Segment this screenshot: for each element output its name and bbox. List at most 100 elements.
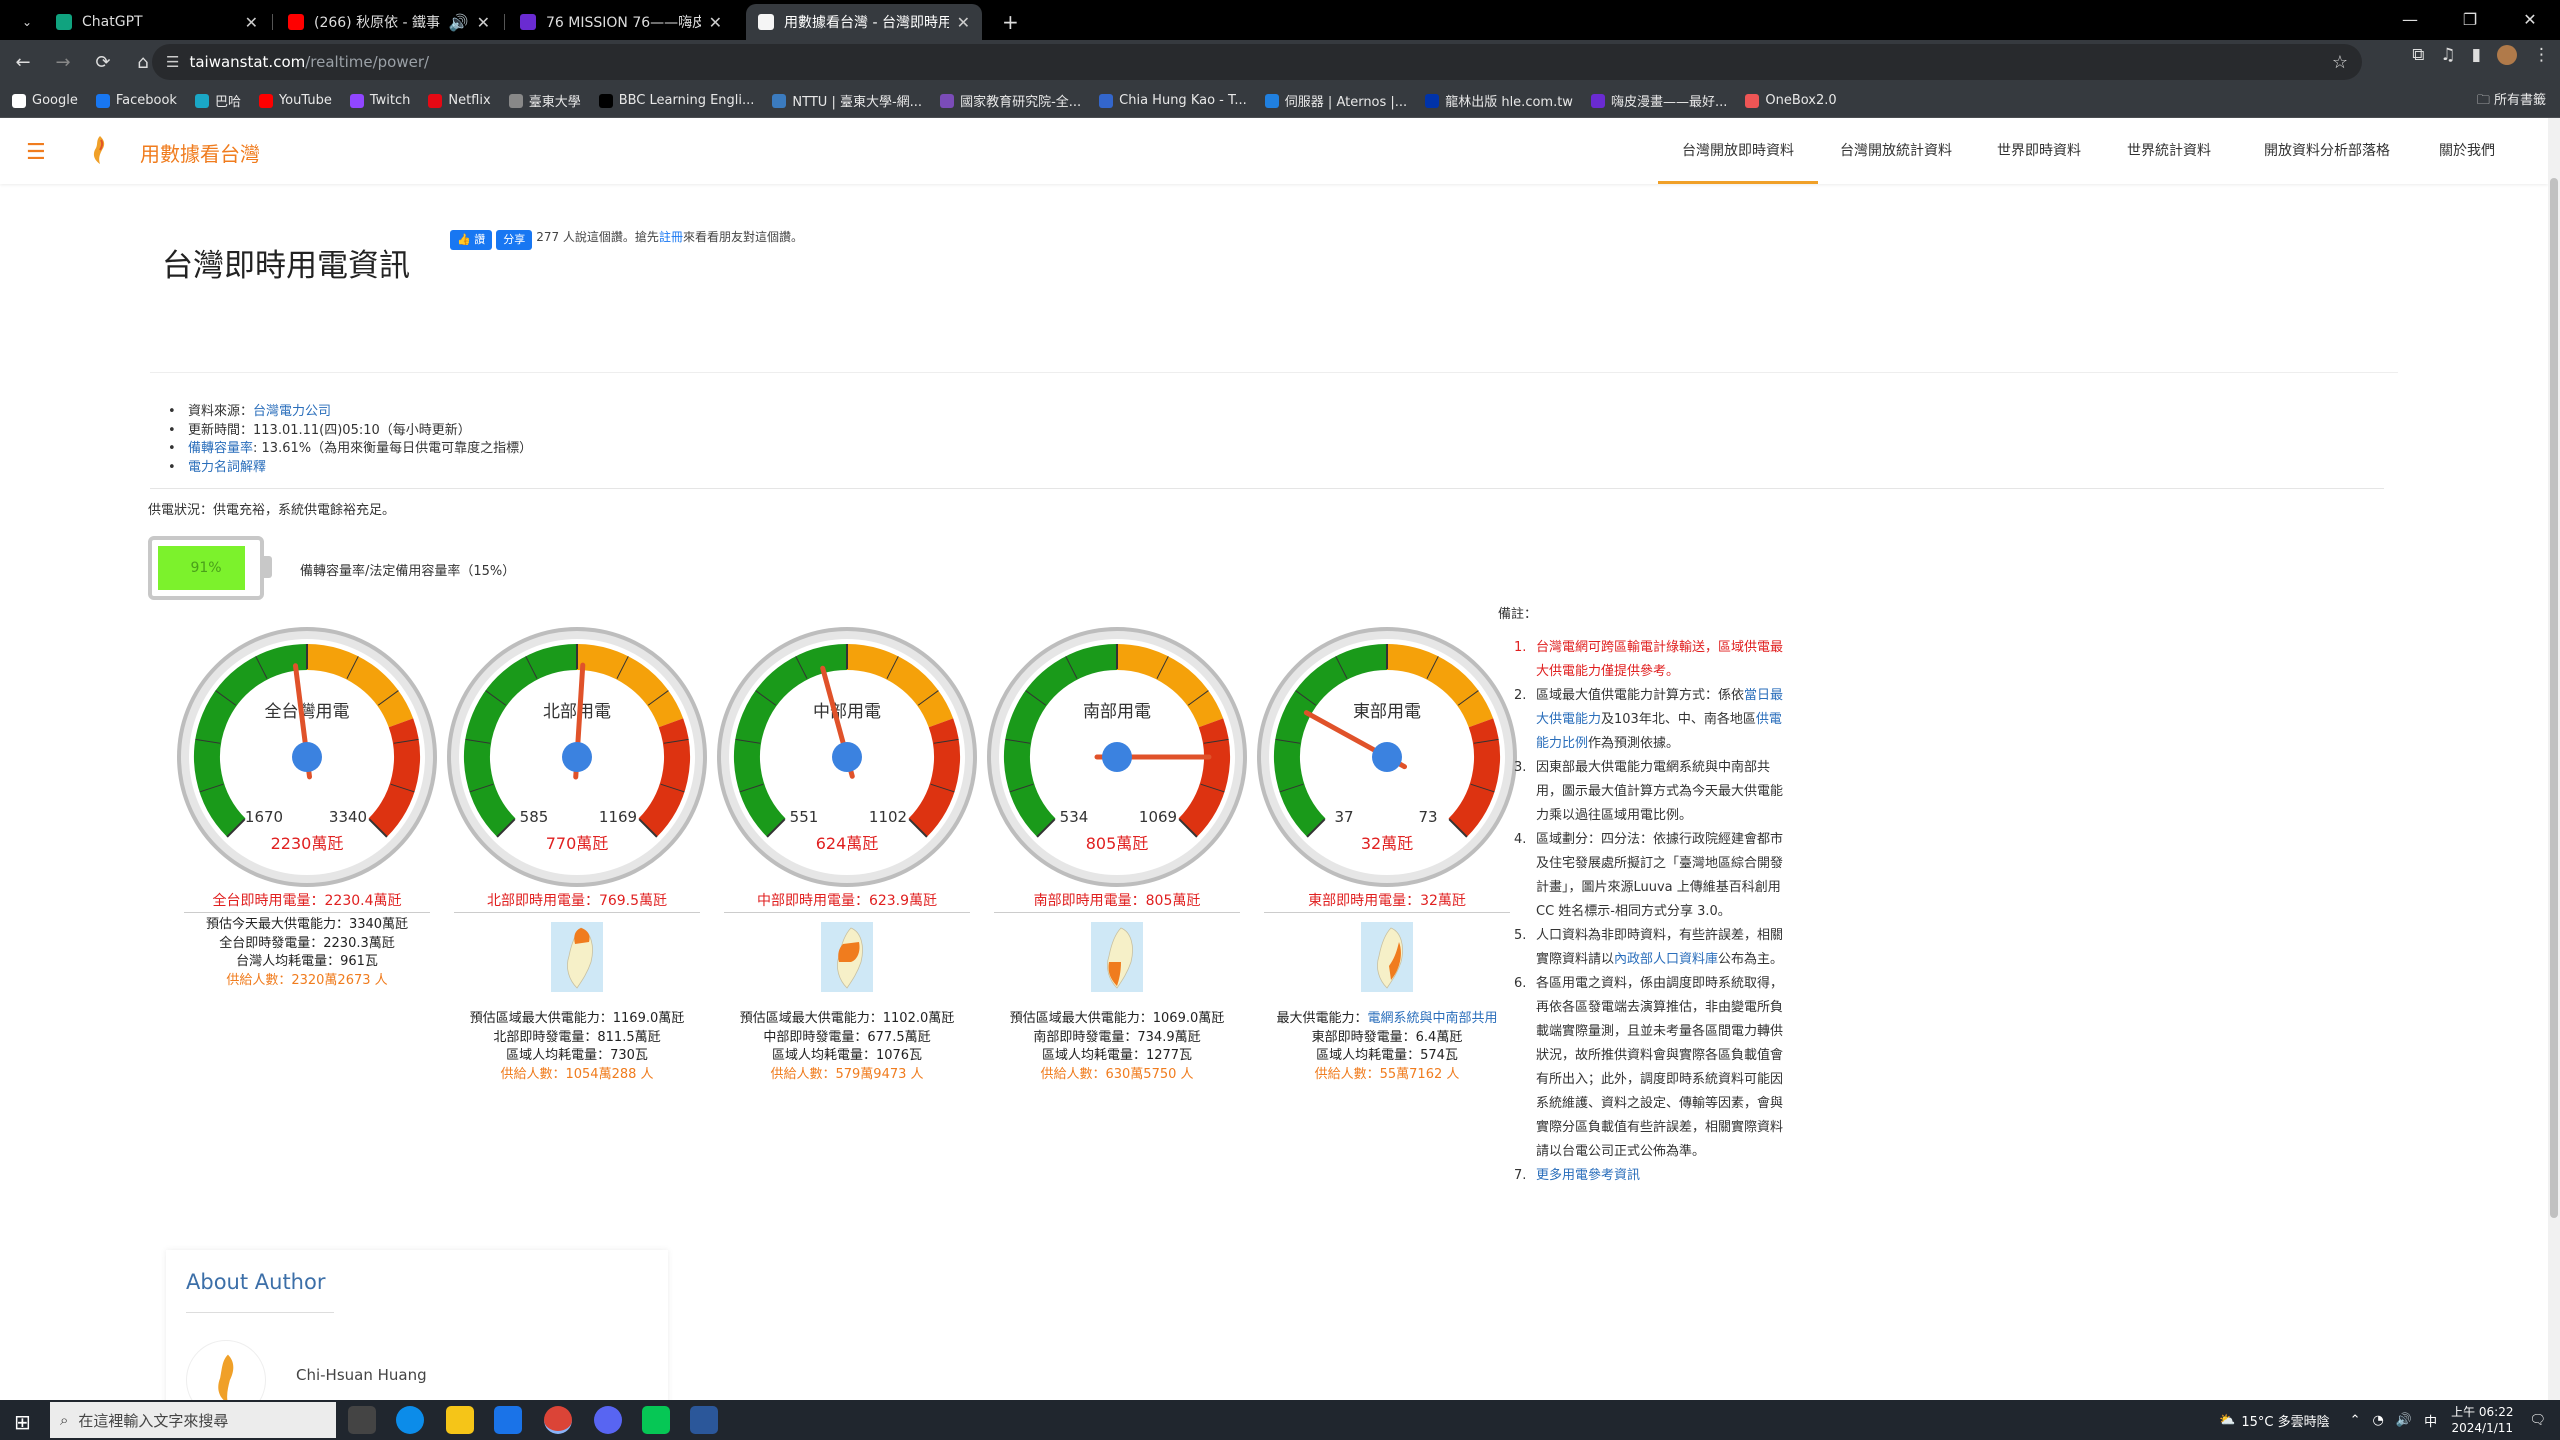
- avatar[interactable]: [2497, 45, 2517, 65]
- speaker-icon[interactable]: 🔊: [449, 13, 469, 32]
- notification-icon[interactable]: 🗨: [2529, 1413, 2546, 1428]
- site-info-icon[interactable]: ☰: [166, 53, 179, 71]
- weather-icon[interactable]: ⛅: [2219, 1413, 2235, 1428]
- close-window-icon[interactable]: ✕: [2500, 0, 2560, 40]
- bookmark-item[interactable]: Netflix: [428, 93, 491, 108]
- nav-world-stat[interactable]: 世界統計資料: [2114, 118, 2224, 184]
- site-title[interactable]: 用數據看台灣: [140, 138, 260, 167]
- side-panel-icon[interactable]: ▮: [2472, 45, 2481, 65]
- forward-icon[interactable]: →: [46, 45, 80, 79]
- note-link[interactable]: 內政部人口資料庫: [1614, 952, 1718, 967]
- tab-chatgpt[interactable]: ChatGPT ✕: [44, 4, 270, 40]
- restore-icon[interactable]: ❐: [2440, 0, 2500, 40]
- media-icon[interactable]: ♫: [2440, 45, 2455, 65]
- chrome-icon[interactable]: [544, 1406, 572, 1434]
- tab-youtube[interactable]: (266) 秋原依 - 鐵事【動態】 🔊 ✕: [276, 4, 502, 40]
- scrollbar-thumb[interactable]: [2550, 178, 2558, 1218]
- back-icon[interactable]: ←: [6, 45, 40, 79]
- clock[interactable]: 上午 06:22 2024/1/11: [2451, 1404, 2513, 1436]
- volume-icon[interactable]: 🔊: [2396, 1413, 2412, 1428]
- bookmark-item[interactable]: OneBox2.0: [1745, 93, 1837, 108]
- gauge-value-label: 2230萬瓩: [271, 834, 344, 853]
- tab-mission76[interactable]: 76 MISSION 76——嗨皮漫畫 ✕: [508, 4, 734, 40]
- line-icon[interactable]: [642, 1406, 670, 1434]
- taipower-link[interactable]: 台灣電力公司: [253, 404, 331, 419]
- nav-realtime-data[interactable]: 台灣開放即時資料: [1658, 118, 1818, 184]
- all-bookmarks-button[interactable]: 🗀 所有書籤: [2477, 84, 2546, 118]
- gauge-max-label: 73: [1418, 808, 1437, 826]
- nav-stat-data[interactable]: 台灣開放統計資料: [1826, 118, 1966, 184]
- bookmark-item[interactable]: YouTube: [258, 93, 332, 108]
- tab-search-button[interactable]: ⌄: [10, 4, 40, 40]
- nav-blog[interactable]: 開放資料分析部落格: [2252, 118, 2402, 184]
- bookmark-item[interactable]: 巴哈: [194, 91, 241, 110]
- search-placeholder: 在這裡輸入文字來搜尋: [78, 1411, 229, 1430]
- fb-share-button[interactable]: 分享: [496, 230, 533, 250]
- file-explorer-icon[interactable]: [446, 1406, 474, 1434]
- notes-title: 備註：: [1498, 607, 1538, 622]
- bookmark-favicon-icon: [258, 93, 273, 108]
- new-tab-button[interactable]: +: [990, 4, 1020, 40]
- page-icon: [758, 14, 774, 30]
- chatgpt-icon: [56, 14, 72, 30]
- bookmark-favicon-icon: [1264, 93, 1279, 108]
- gauge-dial: 全台灣用電 1670 3340 2230萬瓩: [177, 627, 437, 887]
- mail-icon[interactable]: [494, 1406, 522, 1434]
- fb-signup-link[interactable]: 註冊: [659, 230, 683, 244]
- folder-icon: 🗀: [2476, 93, 2494, 108]
- task-view-icon[interactable]: [348, 1406, 376, 1434]
- close-icon[interactable]: ✕: [477, 13, 490, 32]
- discord-icon[interactable]: [594, 1406, 622, 1434]
- weather-text[interactable]: 15°C 多雲時陰: [2241, 1411, 2329, 1430]
- taskbar-search[interactable]: ⌕ 在這裡輸入文字來搜尋: [50, 1402, 336, 1438]
- menu-icon[interactable]: ⋮: [2533, 45, 2550, 65]
- ime-indicator[interactable]: 中: [2424, 1411, 2437, 1430]
- grid-shared-link[interactable]: 電網系統與中南部共用: [1368, 1011, 1498, 1026]
- tab-taiwanstat[interactable]: 用數據看台灣 - 台灣即時用電資 ✕: [746, 4, 982, 40]
- bookmark-item[interactable]: BBC Learning Engli...: [598, 93, 754, 108]
- close-icon[interactable]: ✕: [245, 13, 258, 32]
- bookmark-item[interactable]: 龍林出版 hle.com.tw: [1425, 91, 1573, 110]
- gauge-min-label: 534: [1060, 808, 1089, 826]
- bookmark-item[interactable]: 臺東大學: [508, 91, 581, 110]
- glossary-link[interactable]: 電力名詞解釋: [188, 460, 266, 475]
- close-icon[interactable]: ✕: [957, 13, 970, 32]
- info-line: 預估區域最大供電能力：1069.0萬瓩: [1009, 1011, 1225, 1026]
- page-scrollbar[interactable]: [2548, 118, 2560, 1400]
- address-bar[interactable]: ☰ taiwanstat.com /realtime/power/ ☆: [152, 44, 2362, 80]
- bookmark-item[interactable]: Google: [12, 93, 78, 108]
- note-item: 2. 區域最大值供電能力計算方式：係依當日最大供電能力及103年北、中、南各地區供…: [1514, 688, 1784, 751]
- bookmark-item[interactable]: 國家教育研究院-全...: [940, 91, 1081, 110]
- note-link[interactable]: 更多用電參考資訊: [1536, 1168, 1640, 1183]
- extensions-icon[interactable]: ⧉: [2412, 45, 2424, 65]
- word-icon[interactable]: [690, 1406, 718, 1434]
- reload-icon[interactable]: ⟳: [86, 45, 120, 79]
- edge-icon[interactable]: [396, 1406, 424, 1434]
- windows-start-icon[interactable]: ⊞: [14, 1410, 31, 1434]
- bookmark-star-icon[interactable]: ☆: [2332, 52, 2348, 73]
- bookmark-item[interactable]: 伺服器 | Aternos |...: [1264, 91, 1407, 110]
- population-served: 供給人數：579萬9473 人: [770, 1066, 924, 1082]
- info-line: 南部即時發電量：734.9萬瓩: [1033, 1029, 1201, 1045]
- close-icon[interactable]: ✕: [709, 13, 722, 32]
- info-line: 區域人均耗電量：1277瓦: [1041, 1048, 1193, 1063]
- nav-about[interactable]: 關於我們: [2422, 118, 2512, 184]
- minimize-icon[interactable]: —: [2380, 0, 2440, 40]
- bookmark-item[interactable]: Twitch: [349, 93, 410, 108]
- bookmark-item[interactable]: NTTU | 臺東大學-網...: [772, 91, 922, 110]
- bookmark-item[interactable]: Chia Hung Kao - T...: [1099, 93, 1247, 108]
- nav-world-realtime[interactable]: 世界即時資料: [1984, 118, 2094, 184]
- battery-label: 備轉容量率/法定備用容量率（15%）: [300, 564, 516, 579]
- tab-title: 用數據看台灣 - 台灣即時用電資: [784, 15, 949, 31]
- bookmark-item[interactable]: Facebook: [95, 93, 177, 108]
- hamburger-menu-icon[interactable]: ☰: [26, 140, 46, 165]
- bookmark-item[interactable]: 嗨皮漫畫——最好...: [1590, 91, 1727, 110]
- fb-like-button[interactable]: 👍 讚: [450, 230, 493, 250]
- info-line: 預估區域最大供電能力：1169.0萬瓩: [469, 1011, 685, 1026]
- network-icon[interactable]: ◔: [2373, 1413, 2384, 1428]
- tray-chevron-icon[interactable]: ⌃: [2350, 1413, 2361, 1428]
- region-map: [551, 922, 603, 992]
- site-navbar: ☰ 用數據看台灣 台灣開放即時資料 台灣開放統計資料 世界即時資料 世界統計資料…: [0, 118, 2548, 184]
- reserve-link[interactable]: 備轉容量率: [188, 441, 253, 456]
- site-logo[interactable]: [82, 132, 118, 168]
